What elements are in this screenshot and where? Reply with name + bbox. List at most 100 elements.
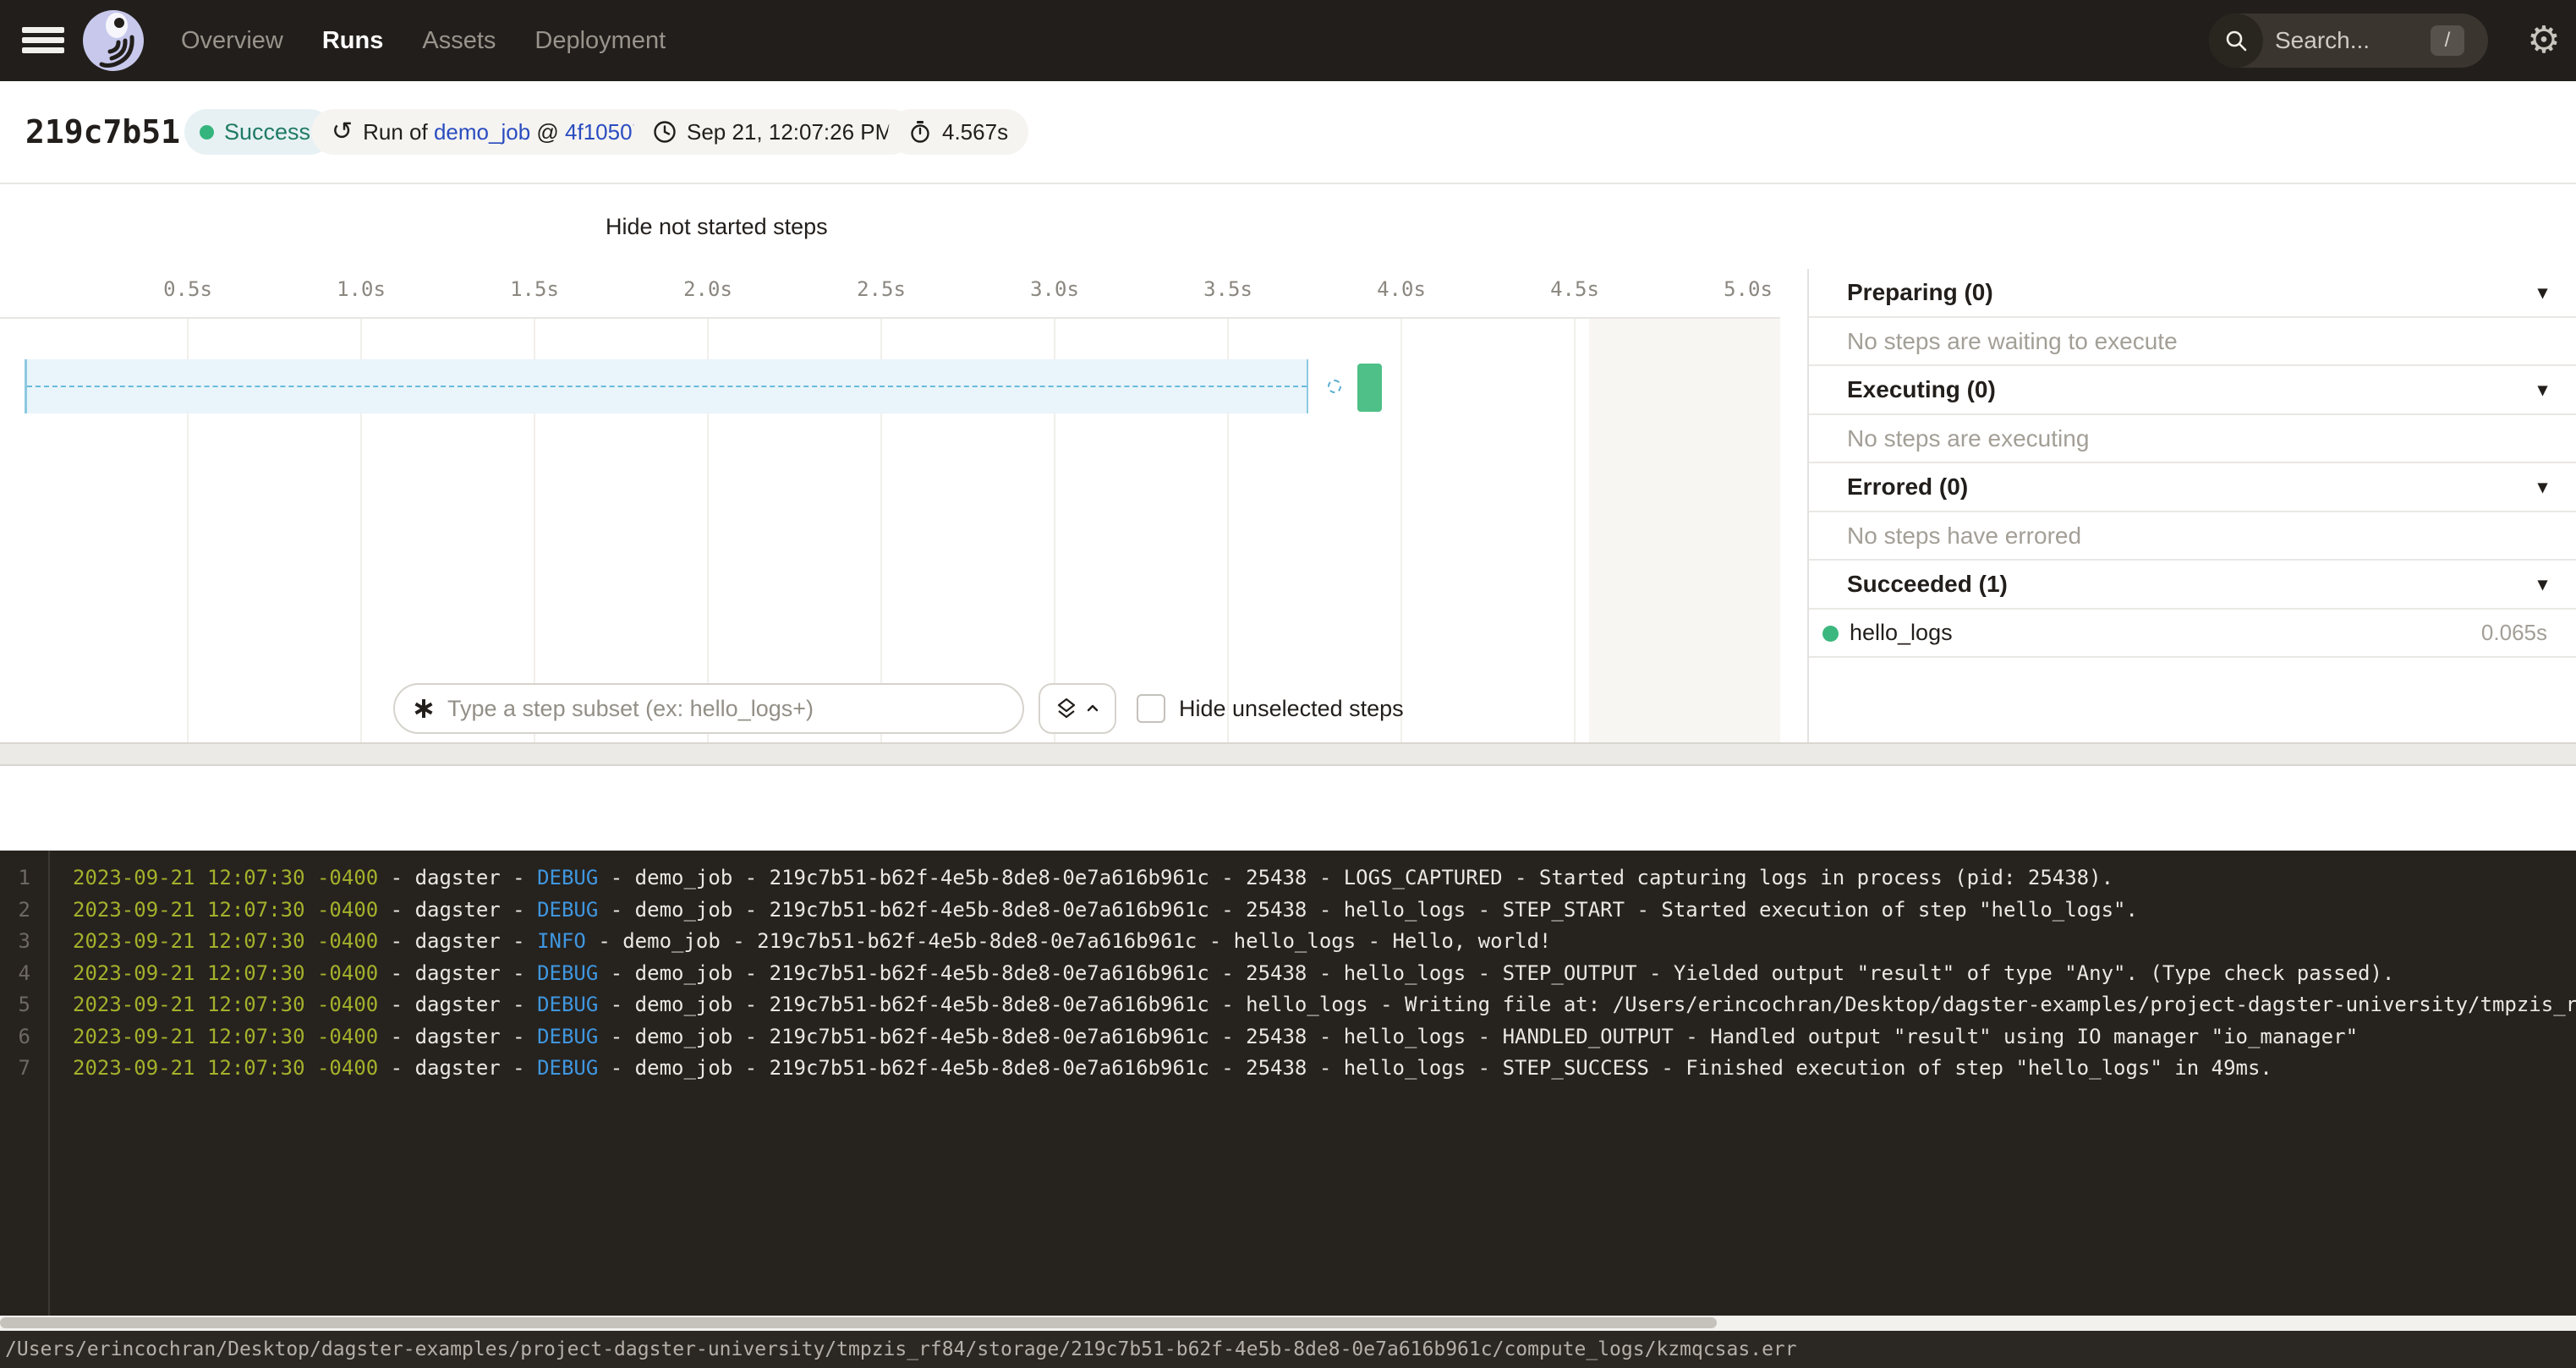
log-level: INFO [537, 929, 586, 953]
log-line: 42023-09-21 12:07:30 -0400 - dagster - D… [0, 957, 2576, 989]
log-message: - demo_job - 219c7b51-b62f-4e5b-8de8-0e7… [598, 961, 2394, 985]
log-level: DEBUG [537, 866, 598, 889]
line-number: 5 [0, 988, 30, 1021]
nav-item-overview[interactable]: Overview [181, 27, 283, 55]
job-link[interactable]: demo_job [434, 119, 530, 145]
time-axis: 0.5s 1.0s 1.5s 2.0s 2.5s 3.0s 3.5s 4.0s … [0, 269, 1780, 319]
status-label: Success [224, 119, 310, 145]
graph-query-toggle-button[interactable] [1039, 683, 1116, 734]
section-header-preparing[interactable]: Preparing (0) ▾ [1809, 269, 2576, 318]
chevron-up-icon [1085, 701, 1100, 716]
line-number: 1 [0, 862, 30, 894]
clock-icon [653, 120, 677, 144]
axis-tick-label: 3.5s [1186, 277, 1270, 301]
section-caret-icon: ▾ [2538, 269, 2547, 316]
top-nav: Overview Runs Assets Deployment / ⚙ [0, 0, 2576, 81]
section-header-errored[interactable]: Errored (0) ▾ [1809, 463, 2576, 512]
section-empty-text: No steps are executing [1809, 415, 2576, 463]
line-number: 3 [0, 925, 30, 957]
section-header-executing[interactable]: Executing (0) ▾ [1809, 366, 2576, 415]
section-header-succeeded[interactable]: Succeeded (1) ▾ [1809, 561, 2576, 610]
line-number: 2 [0, 894, 30, 926]
after-run-end-shade [1589, 319, 1780, 742]
run-timestamp: Sep 21, 12:07:26 PM [687, 119, 893, 145]
run-duration: 4.567s [942, 119, 1008, 145]
axis-tick-label: 3.0s [1012, 277, 1097, 301]
section-caret-icon: ▾ [2538, 463, 2547, 511]
step-bar-hello-logs[interactable] [1357, 364, 1382, 412]
log-line: 32023-09-21 12:07:30 -0400 - dagster - I… [0, 925, 2576, 957]
layers-icon [1055, 697, 1078, 720]
log-timestamp: 2023-09-21 12:07:30 -0400 [73, 1056, 378, 1080]
op-selector-icon [412, 697, 436, 720]
axis-tick-label: 1.0s [319, 277, 403, 301]
log-message: - demo_job - 219c7b51-b62f-4e5b-8de8-0e7… [586, 929, 1552, 953]
line-number: 6 [0, 1021, 30, 1053]
log-level: DEBUG [537, 1056, 598, 1080]
nav-links: Overview Runs Assets Deployment [181, 0, 666, 81]
log-timestamp: 2023-09-21 12:07:30 -0400 [73, 1025, 378, 1048]
stopwatch-icon [908, 120, 932, 144]
log-timestamp: 2023-09-21 12:07:30 -0400 [73, 866, 378, 889]
line-number: 4 [0, 957, 30, 989]
step-duration: 0.065s [2481, 610, 2547, 656]
log-line: 12023-09-21 12:07:30 -0400 - dagster - D… [0, 862, 2576, 894]
log-timestamp: 2023-09-21 12:07:30 -0400 [73, 898, 378, 922]
axis-tick-label: 2.0s [666, 277, 750, 301]
search-shortcut-badge: / [2431, 25, 2464, 56]
nav-item-assets[interactable]: Assets [422, 27, 496, 55]
run-of-tag: ↺ Run of demo_job @ 4f105077 [311, 109, 677, 155]
search-box[interactable]: / [2209, 14, 2488, 68]
log-level: DEBUG [537, 993, 598, 1016]
run-status-badge: Success [184, 109, 332, 155]
run-duration-tag: 4.567s [888, 109, 1028, 155]
gantt-section: 0.5s 1.0s 1.5s 2.0s 2.5s 3.0s 3.5s 4.0s … [0, 269, 2576, 742]
log-timestamp: 2023-09-21 12:07:30 -0400 [73, 961, 378, 985]
log-viewer[interactable]: 12023-09-21 12:07:30 -0400 - dagster - D… [0, 851, 2576, 1316]
log-message: - demo_job - 219c7b51-b62f-4e5b-8de8-0e7… [598, 1056, 2272, 1080]
log-line: 62023-09-21 12:07:30 -0400 - dagster - D… [0, 1021, 2576, 1053]
log-timestamp: 2023-09-21 12:07:30 -0400 [73, 993, 378, 1016]
log-timestamp: 2023-09-21 12:07:30 -0400 [73, 929, 378, 953]
succeeded-step-row[interactable]: hello_logs 0.065s [1809, 610, 2576, 658]
hamburger-menu-icon[interactable] [22, 27, 64, 54]
axis-tick-label: 0.5s [145, 277, 230, 301]
hide-unselected-label: Hide unselected steps [1179, 683, 1404, 734]
nav-item-runs[interactable]: Runs [322, 27, 384, 55]
search-icon [2209, 14, 2263, 68]
step-status-panel: Preparing (0) ▾ No steps are waiting to … [1807, 269, 2576, 742]
dagster-logo[interactable] [81, 8, 145, 73]
waiting-dashed-line [27, 386, 1307, 387]
gantt-chart: 0.5s 1.0s 1.5s 2.0s 2.5s 3.0s 3.5s 4.0s … [0, 269, 1807, 742]
log-file-path: /Users/erincochran/Desktop/dagster-examp… [0, 1331, 2576, 1368]
log-line: 22023-09-21 12:07:30 -0400 - dagster - D… [0, 894, 2576, 926]
axis-tick-label: 5.0s [1706, 277, 1790, 301]
status-dot [200, 125, 214, 140]
log-level: DEBUG [537, 898, 598, 922]
gridline [1400, 319, 1402, 742]
status-bar: /Users/erincochran/Desktop/dagster-examp… [0, 1331, 2576, 1368]
settings-gear-icon[interactable]: ⚙ [2522, 17, 2566, 64]
hide-not-started-label: Hide not started steps [606, 184, 828, 269]
log-line: 52023-09-21 12:07:30 -0400 - dagster - D… [0, 988, 2576, 1021]
log-line: 72023-09-21 12:07:30 -0400 - dagster - D… [0, 1052, 2576, 1084]
axis-tick-label: 4.0s [1359, 277, 1444, 301]
hide-unselected-checkbox[interactable] [1137, 694, 1165, 723]
log-message: - demo_job - 219c7b51-b62f-4e5b-8de8-0e7… [598, 1025, 2358, 1048]
history-icon: ↺ [332, 119, 353, 145]
search-input[interactable] [2275, 14, 2425, 68]
horizontal-scrollbar[interactable] [0, 1316, 2576, 1331]
axis-tick-label: 4.5s [1532, 277, 1617, 301]
axis-tick-label: 2.5s [839, 277, 924, 301]
step-name: hello_logs [1850, 610, 1953, 656]
panel-resize-splitter[interactable] [0, 742, 2576, 766]
nav-item-deployment[interactable]: Deployment [534, 27, 666, 55]
gantt-toolbar: Hide not started steps [0, 184, 2576, 269]
dagster-run-page: Overview Runs Assets Deployment / ⚙ 219c… [0, 0, 2576, 1368]
scrollbar-thumb[interactable] [0, 1317, 1717, 1328]
step-subset-input-wrapper [393, 683, 1024, 734]
step-subset-input[interactable] [447, 696, 1006, 722]
queue-marker-circle [1328, 380, 1341, 393]
line-number: 7 [0, 1052, 30, 1084]
log-message: - demo_job - 219c7b51-b62f-4e5b-8de8-0e7… [598, 898, 2138, 922]
